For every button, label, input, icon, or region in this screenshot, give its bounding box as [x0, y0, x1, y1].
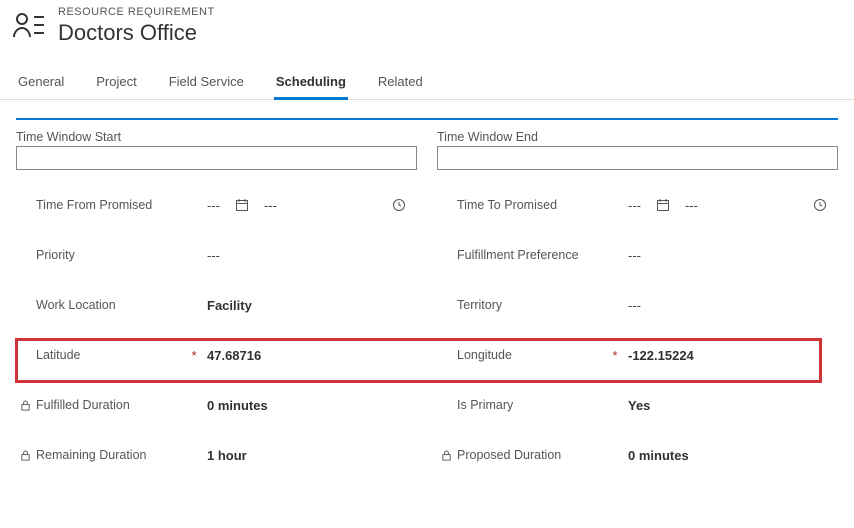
left-column: Time Window Start Time From Promised --- — [16, 130, 417, 480]
field-remaining-duration[interactable]: Remaining Duration 1 hour — [16, 430, 417, 480]
required-indicator: * — [610, 348, 620, 363]
time-from-promised-label: Time From Promised — [34, 198, 189, 212]
header-text: RESOURCE REQUIREMENT Doctors Office — [58, 6, 215, 46]
remaining-duration-value: 1 hour — [199, 448, 417, 463]
field-longitude[interactable]: Longitude * -122.15224 — [437, 330, 838, 380]
territory-label: Territory — [455, 298, 610, 312]
calendar-icon[interactable] — [234, 197, 250, 213]
fulfillment-preference-value: --- — [628, 248, 641, 263]
field-fulfilled-duration[interactable]: Fulfilled Duration 0 minutes — [16, 380, 417, 430]
field-time-to-promised[interactable]: Time To Promised --- --- — [437, 180, 838, 230]
lock-icon — [437, 449, 455, 462]
priority-value: --- — [207, 248, 220, 263]
latitude-label: Latitude — [34, 348, 189, 362]
tab-scheduling[interactable]: Scheduling — [274, 66, 348, 99]
proposed-duration-label: Proposed Duration — [455, 448, 610, 462]
clock-icon[interactable] — [391, 197, 407, 213]
tab-general[interactable]: General — [16, 66, 66, 99]
tab-project[interactable]: Project — [94, 66, 138, 99]
required-indicator: * — [189, 348, 199, 363]
form-container: RESOURCE REQUIREMENT Doctors Office Gene… — [0, 0, 854, 480]
entity-icon — [10, 7, 46, 46]
right-column: Time Window End Time To Promised --- — [437, 130, 838, 480]
fulfilled-duration-label: Fulfilled Duration — [34, 398, 189, 412]
time-window-start-label: Time Window Start — [16, 130, 417, 144]
lock-icon — [16, 449, 34, 462]
priority-label: Priority — [34, 248, 189, 262]
proposed-duration-value: 0 minutes — [620, 448, 838, 463]
fulfillment-preference-label: Fulfillment Preference — [455, 248, 610, 262]
territory-value: --- — [628, 298, 641, 313]
lock-icon — [16, 399, 34, 412]
work-location-value: Facility — [199, 298, 417, 313]
longitude-label: Longitude — [455, 348, 610, 362]
time-window-start-input[interactable] — [16, 146, 417, 170]
field-time-from-promised[interactable]: Time From Promised --- --- — [16, 180, 417, 230]
field-fulfillment-preference[interactable]: Fulfillment Preference --- — [437, 230, 838, 280]
time-window-end-label: Time Window End — [437, 130, 838, 144]
field-priority[interactable]: Priority --- — [16, 230, 417, 280]
field-work-location[interactable]: Work Location Facility — [16, 280, 417, 330]
longitude-value: -122.15224 — [620, 348, 838, 363]
clock-icon[interactable] — [812, 197, 828, 213]
remaining-duration-label: Remaining Duration — [34, 448, 189, 462]
form-area: Time Window Start Time From Promised --- — [0, 120, 854, 480]
time-to-promised-date: --- — [628, 198, 641, 213]
field-proposed-duration[interactable]: Proposed Duration 0 minutes — [437, 430, 838, 480]
tab-related[interactable]: Related — [376, 66, 425, 99]
field-is-primary[interactable]: Is Primary Yes — [437, 380, 838, 430]
time-to-promised-label: Time To Promised — [455, 198, 610, 212]
time-from-promised-date: --- — [207, 198, 220, 213]
time-to-promised-time: --- — [685, 198, 698, 213]
tab-bar: General Project Field Service Scheduling… — [0, 66, 854, 100]
tab-field-service[interactable]: Field Service — [167, 66, 246, 99]
work-location-label: Work Location — [34, 298, 189, 312]
latitude-value: 47.68716 — [199, 348, 417, 363]
entity-name: RESOURCE REQUIREMENT — [58, 6, 215, 18]
is-primary-value: Yes — [620, 398, 838, 413]
record-header: RESOURCE REQUIREMENT Doctors Office — [0, 0, 854, 56]
field-territory[interactable]: Territory --- — [437, 280, 838, 330]
fulfilled-duration-value: 0 minutes — [199, 398, 417, 413]
calendar-icon[interactable] — [655, 197, 671, 213]
is-primary-label: Is Primary — [455, 398, 610, 412]
record-title: Doctors Office — [58, 20, 215, 46]
time-window-end-input[interactable] — [437, 146, 838, 170]
time-from-promised-time: --- — [264, 198, 277, 213]
field-latitude[interactable]: Latitude * 47.68716 — [16, 330, 417, 380]
